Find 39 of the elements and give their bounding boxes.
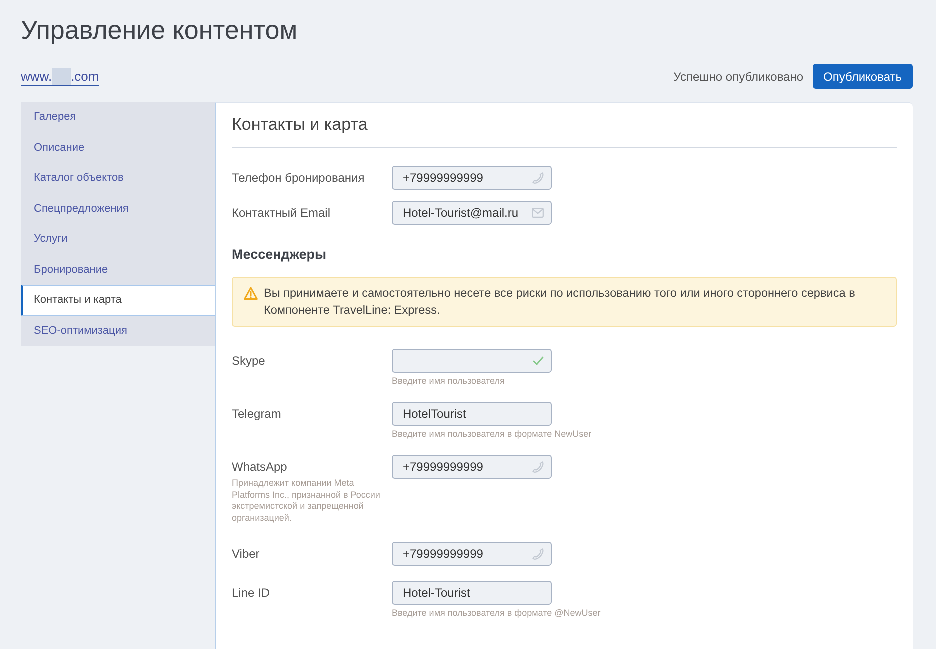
site-link[interactable]: www. .com bbox=[21, 68, 100, 86]
sidebar-item[interactable]: SEO-оптимизация bbox=[21, 316, 215, 346]
phone-field[interactable]: +79999999999 bbox=[392, 455, 552, 479]
field-label: Line ID bbox=[232, 584, 272, 602]
phone-icon bbox=[532, 172, 544, 184]
sidebar-item[interactable]: Бронирование bbox=[21, 254, 215, 285]
sidebar-item[interactable]: Каталог объектов bbox=[21, 163, 215, 194]
phone-icon bbox=[532, 461, 544, 473]
field-hint: Введите имя пользователя в формате @NewUser bbox=[392, 606, 602, 619]
check-icon bbox=[533, 356, 544, 366]
field-hint: Введите имя пользователя в формате NewUser bbox=[392, 428, 593, 440]
field-label: Телефон бронирования bbox=[232, 170, 366, 187]
field-label: Telegram bbox=[232, 406, 282, 423]
field-hint: Введите имя пользователя bbox=[392, 375, 506, 387]
subsection-title: Мессенджеры bbox=[232, 246, 328, 264]
email-field[interactable]: Hotel-Tourist@mail.ru bbox=[392, 201, 552, 225]
phone-field[interactable]: +79999999999 bbox=[392, 542, 552, 566]
field-note: Принадлежит компании Meta Platforms Inc., признанной в России экстремистской и запрещенной организацией. bbox=[232, 478, 382, 525]
field-label: Skype bbox=[232, 353, 266, 370]
sidebar-item[interactable]: Спецпредложения bbox=[21, 194, 215, 224]
sidebar-item[interactable]: Описание bbox=[21, 132, 215, 163]
sidebar-item[interactable]: Услуги bbox=[21, 224, 215, 254]
text-field[interactable] bbox=[392, 349, 552, 373]
publish-button[interactable]: Опубликовать bbox=[812, 64, 913, 89]
field-label: Viber bbox=[232, 546, 261, 563]
section-title: Контакты и карта bbox=[232, 114, 897, 148]
field-label: Контактный Email bbox=[232, 205, 332, 222]
page-title: Управление контентом bbox=[21, 14, 298, 47]
warning-text: Вы принимаете и самостоятельно несете все риски по использованию того или иного стороннего сервиса в Компоненте TravelLine: Express. bbox=[264, 285, 856, 319]
sidebar-item[interactable]: Галерея bbox=[21, 102, 215, 132]
envelope-icon bbox=[532, 208, 544, 218]
warning-icon bbox=[244, 287, 258, 300]
sidebar-item[interactable]: Контакты и карта bbox=[21, 285, 216, 316]
publish-status: Успешно опубликовано bbox=[674, 70, 804, 84]
field-label: WhatsApp bbox=[232, 459, 288, 476]
phone-icon bbox=[532, 548, 544, 560]
text-field[interactable]: Hotel-Tourist bbox=[392, 580, 552, 605]
phone-field[interactable]: +79999999999 bbox=[392, 166, 552, 190]
text-field[interactable]: HotelTourist bbox=[392, 402, 552, 426]
